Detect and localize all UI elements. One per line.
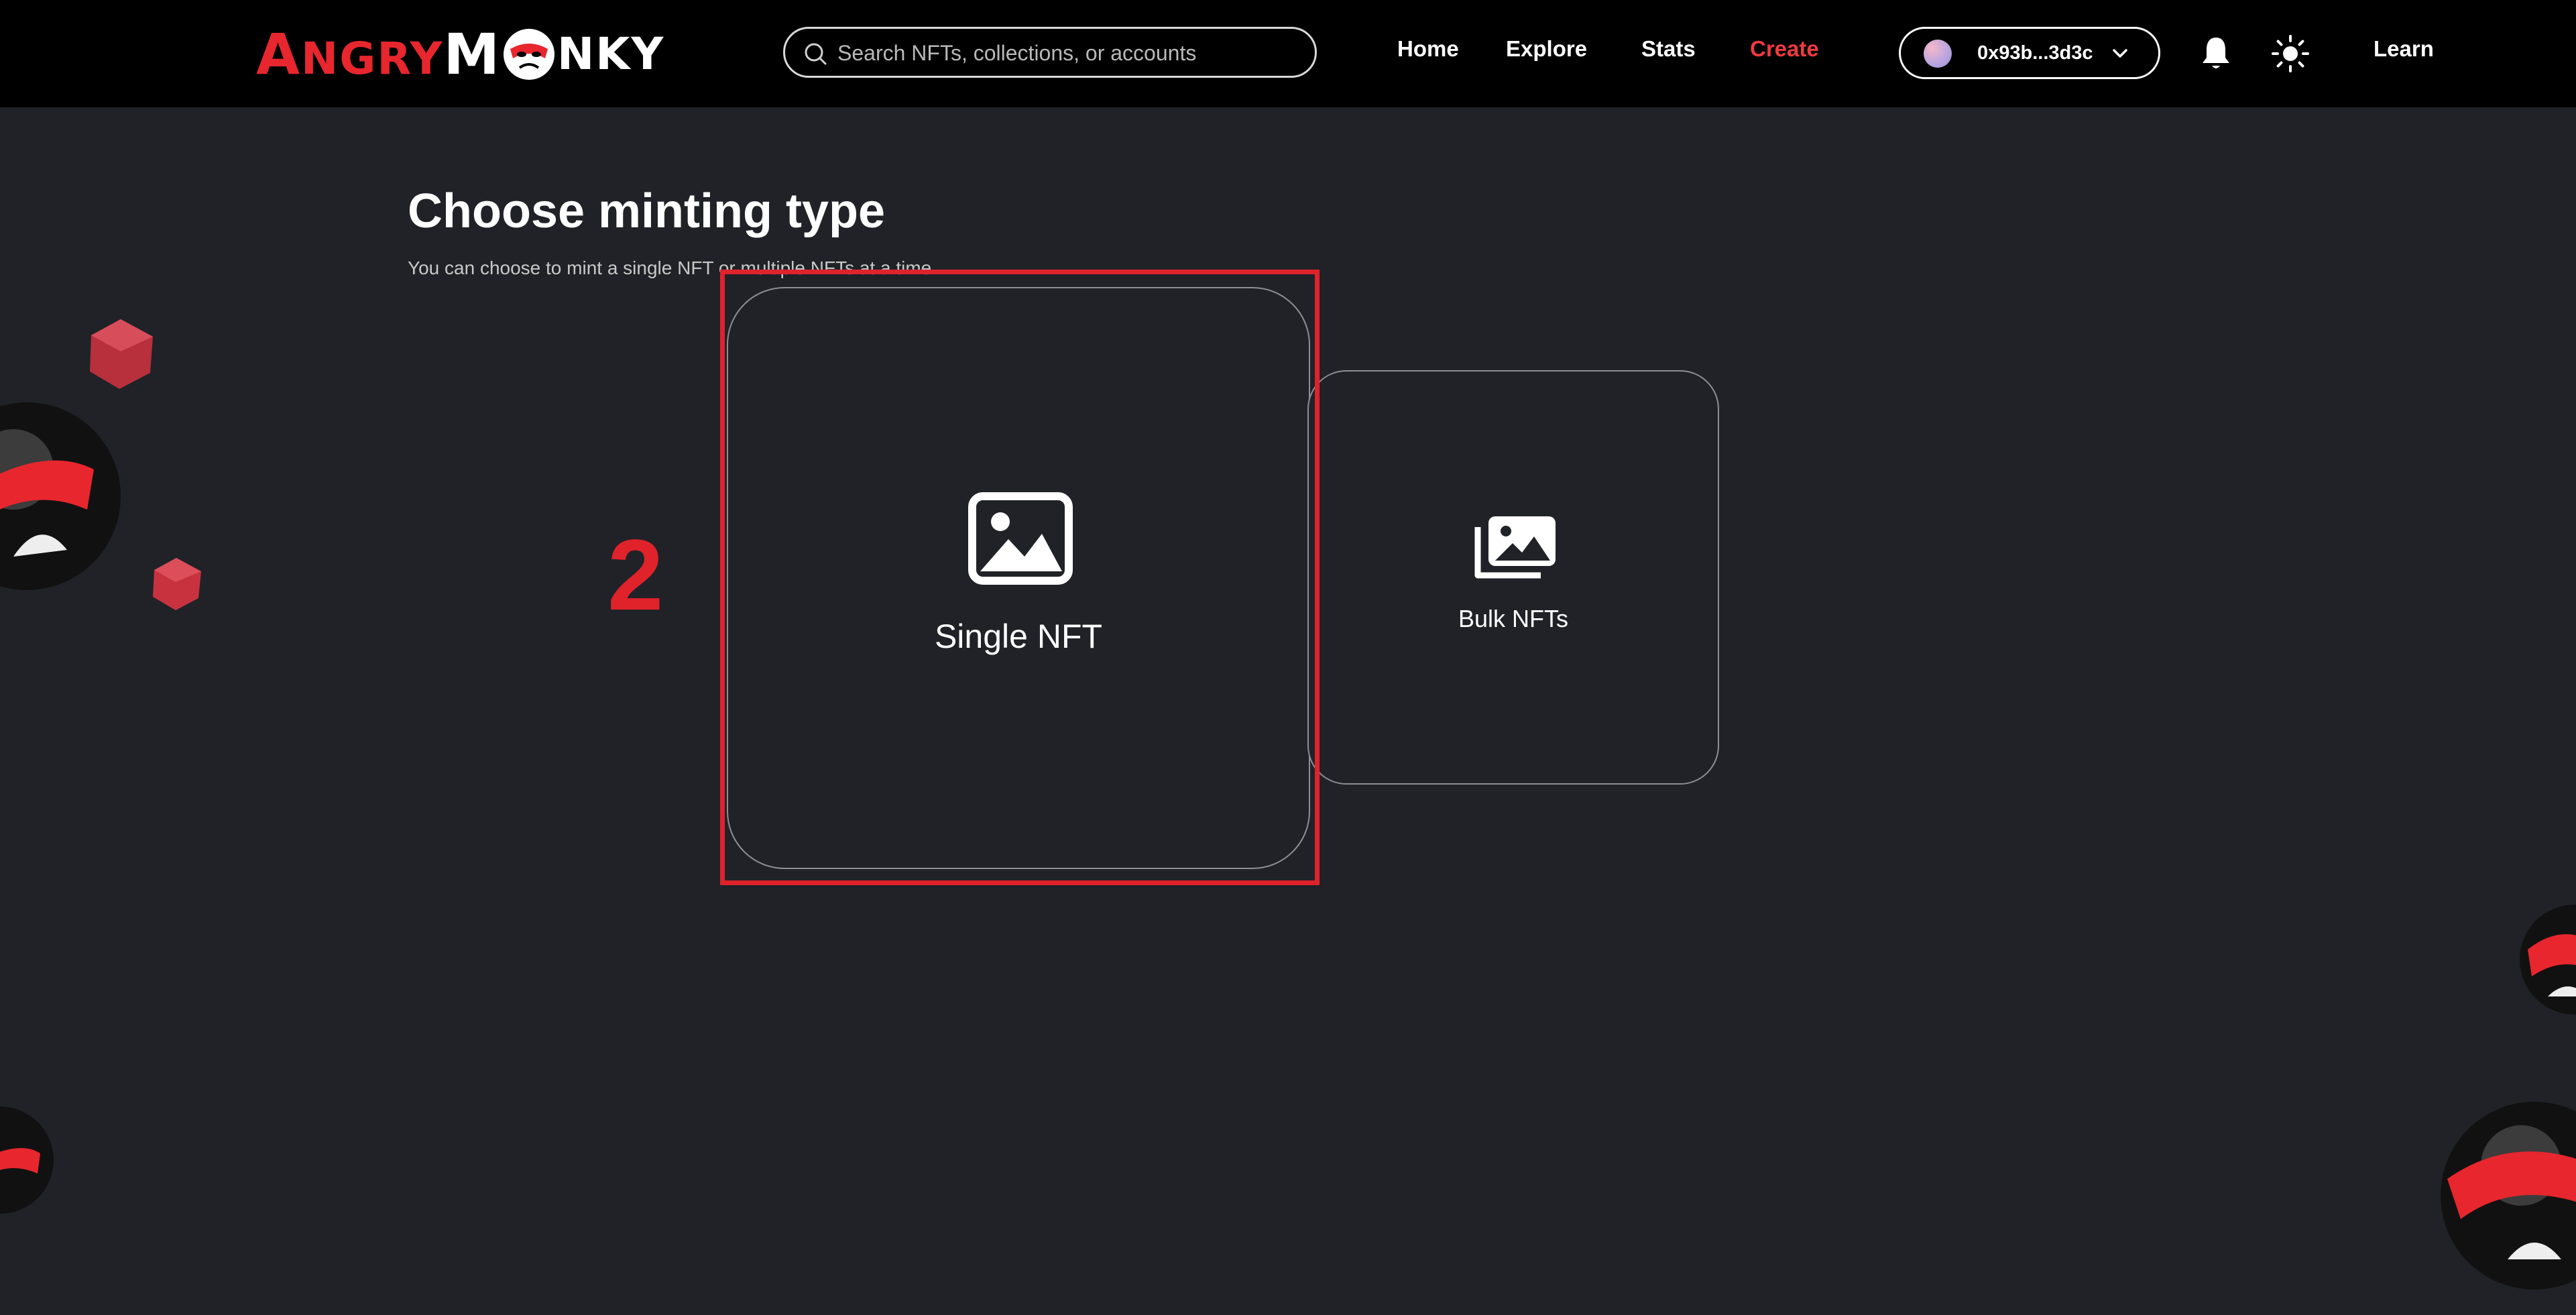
bulk-nfts-label: Bulk NFTs <box>1458 605 1569 632</box>
monkey-mascot-icon <box>0 402 121 590</box>
monkey-face-icon <box>504 29 555 80</box>
decorative-cube-icon <box>153 558 201 610</box>
single-nft-option[interactable]: Single NFT <box>727 287 1310 869</box>
chevron-down-icon <box>2109 42 2131 68</box>
nav-stats[interactable]: Stats <box>1641 38 1696 60</box>
top-header: ANGRY M NKY Home Explore St <box>0 0 2576 107</box>
monkey-mascot-icon <box>2520 905 2576 1015</box>
nav-create[interactable]: Create <box>1750 38 1819 60</box>
nav-home[interactable]: Home <box>1397 38 1459 60</box>
nav-explore[interactable]: Explore <box>1506 38 1587 60</box>
monkey-mascot-icon <box>0 1106 54 1214</box>
bell-icon[interactable] <box>2199 35 2233 74</box>
decorative-cube-icon <box>90 319 153 389</box>
search-icon <box>803 41 829 71</box>
angry-monkey-logo[interactable]: ANGRY M NKY <box>256 21 665 87</box>
nav-learn[interactable]: Learn <box>2374 38 2434 60</box>
page-title: Choose minting type <box>408 184 886 238</box>
search-input[interactable] <box>836 34 1301 72</box>
single-nft-label: Single NFT <box>934 618 1103 655</box>
page-subtitle: You can choose to mint a single NFT or m… <box>408 258 937 278</box>
wallet-address: 0x93b...3d3c <box>1977 42 2093 64</box>
image-icon <box>968 492 1073 588</box>
wallet-button[interactable]: 0x93b...3d3c <box>1899 27 2160 79</box>
search-bar[interactable] <box>783 27 1317 78</box>
logo-monkey-text: M NKY <box>443 21 665 87</box>
bulk-nfts-option[interactable]: Bulk NFTs <box>1307 370 1719 785</box>
images-stack-icon <box>1471 514 1558 584</box>
step-number-annotation: 2 <box>607 518 664 631</box>
monkey-mascot-icon <box>2441 1102 2576 1290</box>
logo-angry-text: ANGRY <box>256 21 444 87</box>
wallet-avatar <box>1924 40 1952 68</box>
sun-icon[interactable] <box>2270 34 2310 77</box>
